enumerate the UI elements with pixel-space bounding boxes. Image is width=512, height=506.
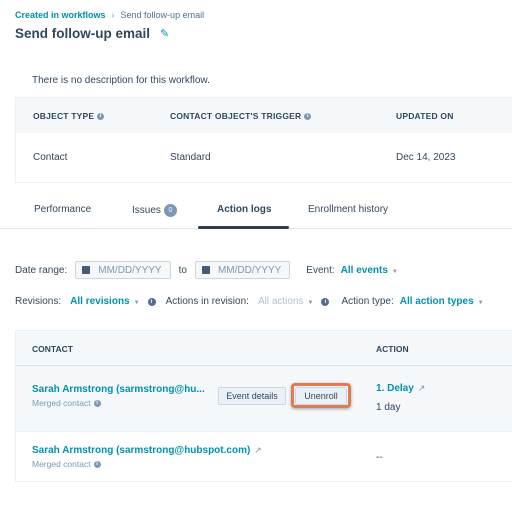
merged-contact-label: Merged contact i: [32, 398, 101, 408]
page-title: Send follow-up email: [15, 26, 151, 41]
details-header-row: OBJECT TYPE i CONTACT OBJECT'S TRIGGER i U…: [16, 98, 512, 133]
info-icon[interactable]: i: [147, 297, 156, 306]
caret-down-icon: ▼: [133, 300, 140, 306]
header-updated-on: UPDATED ON: [396, 110, 454, 121]
breadcrumb: Created in workflows › Send follow-up em…: [15, 10, 204, 20]
info-icon[interactable]: i: [93, 400, 101, 408]
info-icon[interactable]: i: [321, 297, 330, 306]
external-link-icon: ↗: [417, 383, 426, 393]
details-row: Contact Standard Dec 14, 2023: [16, 133, 512, 182]
table-row: Sarah Armstrong (sarmstrong@hu... Merged…: [16, 366, 512, 432]
merged-contact-text: Merged contact: [32, 398, 91, 408]
page-title-container: Send follow-up email ✎: [15, 26, 169, 41]
breadcrumb-separator-icon: ›: [111, 10, 115, 20]
external-link-icon: ↗: [254, 445, 262, 455]
object-type-value: Contact: [33, 152, 68, 163]
tab-issues[interactable]: Issues 0: [132, 204, 177, 217]
tab-enrollment-history[interactable]: Enrollment history: [308, 204, 388, 215]
action-empty: --: [376, 452, 383, 463]
header-trigger-label: CONTACT OBJECT'S TRIGGER: [170, 110, 302, 121]
actions-in-revision-label: Actions in revision:: [165, 296, 249, 307]
merged-contact-label: Merged contact i: [32, 459, 101, 469]
breadcrumb-current: Send follow-up email: [120, 10, 205, 20]
updated-on-value: Dec 14, 2023: [396, 152, 456, 163]
pencil-icon[interactable]: ✎: [160, 27, 169, 40]
contact-link-label: Sarah Armstrong (sarmstrong@hubspot.com): [32, 445, 251, 456]
date-from-input[interactable]: MM/DD/YYYY: [75, 261, 171, 279]
action-type-label: Action type:: [341, 296, 394, 307]
action-link[interactable]: 1. Delay ↗: [376, 383, 425, 394]
action-detail: 1 day: [376, 402, 401, 413]
event-label: Event:: [306, 264, 335, 276]
action-link-label: 1. Delay: [376, 383, 414, 394]
revisions-label: Revisions:: [15, 296, 62, 307]
actions-dropdown-value: All actions: [257, 296, 304, 307]
info-icon[interactable]: i: [97, 112, 105, 120]
header-action: ACTION: [376, 344, 409, 354]
caret-down-icon: ▼: [477, 300, 484, 306]
tab-issues-label: Issues: [132, 205, 161, 217]
revisions-dropdown[interactable]: All revisions ▼: [70, 296, 139, 307]
header-object-type-label: OBJECT TYPE: [33, 110, 95, 121]
tab-performance[interactable]: Performance: [34, 204, 91, 215]
issues-count-badge: 0: [163, 204, 177, 217]
date-to-input[interactable]: MM/DD/YYYY: [194, 261, 291, 279]
action-type-dropdown[interactable]: All action types ▼: [400, 296, 484, 307]
breadcrumb-parent-link[interactable]: Created in workflows: [15, 10, 106, 20]
event-dropdown[interactable]: All events ▼: [341, 265, 398, 276]
contact-link[interactable]: Sarah Armstrong (sarmstrong@hu...: [32, 384, 205, 395]
trigger-value: Standard: [170, 152, 211, 163]
event-details-button[interactable]: Event details: [218, 387, 286, 405]
header-trigger: CONTACT OBJECT'S TRIGGER i: [170, 110, 312, 121]
to-label: to: [178, 264, 187, 276]
header-contact: CONTACT: [32, 344, 73, 354]
caret-down-icon: ▼: [391, 268, 398, 275]
action-type-dropdown-value: All action types: [399, 296, 474, 307]
filter-row-2: Revisions: All revisions ▼ i Actions in r…: [15, 296, 484, 307]
calendar-icon: [201, 266, 210, 274]
event-dropdown-value: All events: [340, 264, 388, 276]
revisions-dropdown-value: All revisions: [70, 296, 130, 307]
date-from-placeholder: MM/DD/YYYY: [98, 264, 162, 276]
date-range-label: Date range:: [15, 264, 68, 276]
log-header-row: CONTACT ACTION: [16, 331, 512, 366]
header-object-type: OBJECT TYPE i: [33, 110, 105, 121]
merged-contact-text: Merged contact: [32, 459, 91, 469]
calendar-icon: [82, 266, 91, 274]
unenroll-button[interactable]: Unenroll: [295, 387, 347, 405]
info-icon[interactable]: i: [304, 112, 312, 120]
action-logs-table: CONTACT ACTION Sarah Armstrong (sarmstro…: [15, 330, 512, 482]
info-icon[interactable]: i: [93, 461, 101, 469]
date-to-placeholder: MM/DD/YYYY: [217, 264, 282, 276]
active-tab-indicator: [198, 226, 289, 229]
table-row: Sarah Armstrong (sarmstrong@hubspot.com)…: [16, 432, 512, 481]
caret-down-icon: ▼: [307, 300, 314, 306]
contact-link[interactable]: Sarah Armstrong (sarmstrong@hubspot.com)…: [32, 445, 262, 456]
workflow-description: There is no description for this workflo…: [32, 75, 210, 86]
filter-row-1: Date range: MM/DD/YYYY to MM/DD/YYYY Eve…: [15, 261, 398, 279]
tab-action-logs[interactable]: Action logs: [217, 204, 271, 215]
tab-bar: Performance Issues 0 Action logs Enrollme…: [0, 196, 512, 229]
workflow-details-table: OBJECT TYPE i CONTACT OBJECT'S TRIGGER i U…: [15, 97, 512, 183]
actions-dropdown[interactable]: All actions ▼: [258, 296, 314, 307]
